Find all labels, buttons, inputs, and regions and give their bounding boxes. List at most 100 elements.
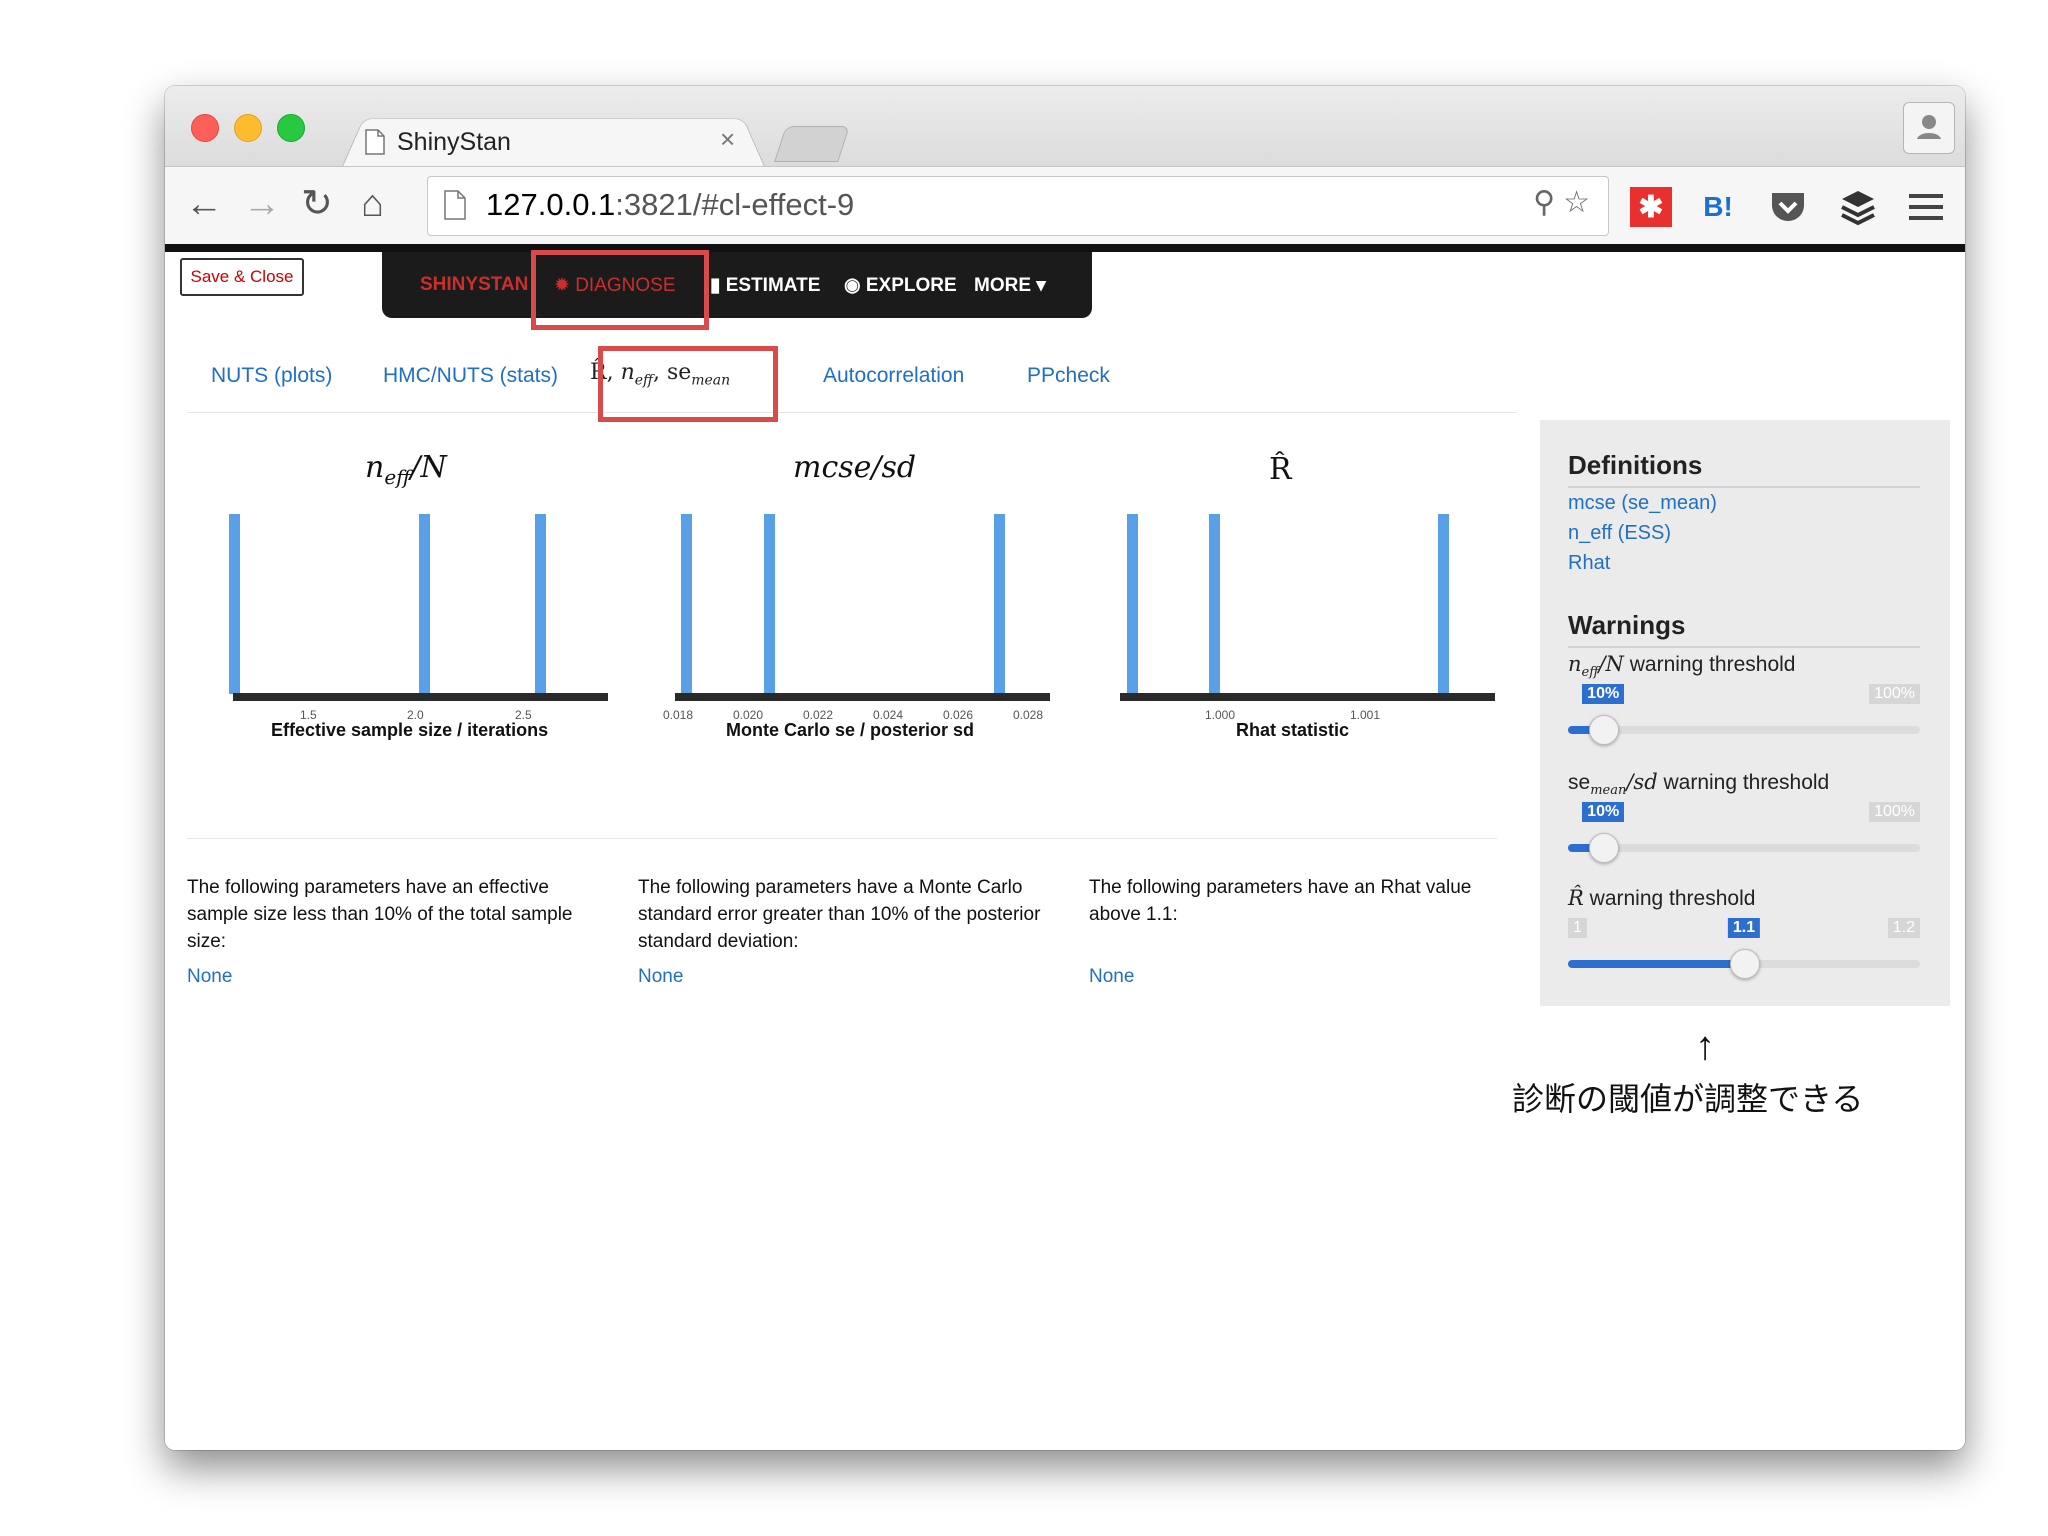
zoom-icon[interactable]: ⚲ bbox=[1533, 186, 1563, 219]
url-path: :3821/#cl-effect-9 bbox=[615, 187, 855, 222]
plot-title-neff: neff/N bbox=[365, 450, 447, 489]
tick-label: 1.000 bbox=[1205, 708, 1236, 722]
toolbar-divider bbox=[165, 244, 1965, 252]
tab-title: ShinyStan bbox=[397, 127, 511, 156]
semean-label-mean: mean bbox=[1590, 783, 1627, 799]
rhat-threshold-label: R̂ warning threshold bbox=[1568, 886, 1755, 911]
rhat-label-r: R̂ bbox=[1568, 886, 1584, 910]
eye-icon: ◉ bbox=[844, 275, 866, 296]
diagnostic-subtabs: NUTS (plots) HMC/NUTS (stats) R̂, neff, … bbox=[187, 352, 1517, 413]
nav-estimate[interactable]: ▮ ESTIMATE bbox=[710, 274, 820, 297]
tick-label: 0.028 bbox=[1013, 708, 1044, 722]
slider-value-badge: 10% bbox=[1582, 802, 1625, 822]
slider-max-label: 100% bbox=[1869, 684, 1920, 704]
subtab-nuts-plots[interactable]: NUTS (plots) bbox=[211, 364, 332, 388]
tick-label: 0.018 bbox=[663, 708, 694, 722]
layers-icon[interactable] bbox=[1835, 187, 1881, 227]
nav-more[interactable]: MORE ▾ bbox=[974, 274, 1046, 297]
back-icon[interactable]: ← bbox=[185, 181, 223, 227]
slider-min-label: 1 bbox=[1568, 918, 1587, 938]
slider-max-label: 100% bbox=[1869, 802, 1920, 822]
pocket-icon[interactable] bbox=[1765, 187, 1811, 227]
profile-button[interactable] bbox=[1903, 102, 1955, 154]
new-tab-button[interactable] bbox=[774, 126, 850, 162]
warnings-heading: Warnings bbox=[1568, 610, 1686, 640]
subtab-autocorrelation[interactable]: Autocorrelation bbox=[823, 364, 964, 388]
asterisk-extension-icon[interactable]: ✱ bbox=[1630, 187, 1672, 227]
definitions-rule bbox=[1568, 486, 1920, 488]
definition-link-neff[interactable]: n_eff (ESS) bbox=[1568, 522, 1671, 545]
semean-threshold-label: semean/sd warning threshold bbox=[1568, 770, 1829, 798]
neff-threshold-label: neff/N warning threshold bbox=[1568, 652, 1796, 680]
slider-handle[interactable] bbox=[1589, 833, 1620, 863]
slider-handle[interactable] bbox=[1589, 715, 1620, 745]
neff-threshold-slider[interactable]: 10% 100% bbox=[1568, 684, 1920, 745]
bar bbox=[229, 514, 240, 694]
bar bbox=[764, 514, 775, 694]
xlabel-rhat: Rhat statistic bbox=[1236, 720, 1350, 740]
caret-down-icon: ▾ bbox=[1031, 275, 1046, 296]
slider-track bbox=[1568, 726, 1920, 734]
semean-label-sd: /sd bbox=[1626, 770, 1658, 794]
hist-mcse bbox=[675, 514, 1050, 701]
rhat-label-tail: warning threshold bbox=[1583, 887, 1756, 910]
nav-explore[interactable]: ◉ EXPLORE bbox=[844, 274, 957, 297]
page-icon bbox=[365, 129, 385, 155]
hatena-bookmark-icon[interactable]: B! bbox=[1695, 187, 1741, 227]
section-divider bbox=[187, 838, 1497, 839]
title-bar: ShinyStan × bbox=[165, 86, 1965, 171]
bar-chart-icon: ▮ bbox=[710, 275, 726, 296]
bar bbox=[419, 514, 430, 694]
definition-link-mcse[interactable]: mcse (se_mean) bbox=[1568, 492, 1717, 515]
diagnostic-histograms bbox=[229, 514, 1495, 701]
neff-label-n: n bbox=[1568, 652, 1582, 676]
close-window-button[interactable] bbox=[191, 114, 219, 142]
subtab-ppcheck[interactable]: PPcheck bbox=[1027, 364, 1110, 388]
app-content: Save & Close SHINYSTAN ✹ DIAGNOSE ▮ ESTI… bbox=[165, 250, 1965, 1450]
reload-icon[interactable]: ↻ bbox=[301, 181, 333, 227]
semean-label-tail: warning threshold bbox=[1657, 771, 1830, 794]
minimize-window-button[interactable] bbox=[234, 114, 262, 142]
plot-title-neff-sub: eff bbox=[384, 465, 411, 489]
forward-icon[interactable]: → bbox=[243, 181, 281, 227]
diagnostics-sidebar: Definitions mcse (se_mean) n_eff (ESS) R… bbox=[1540, 420, 1950, 1006]
app-navbar: SHINYSTAN ✹ DIAGNOSE ▮ ESTIMATE ◉ EXPLOR… bbox=[382, 252, 1092, 318]
bar bbox=[1127, 514, 1138, 694]
save-close-button[interactable]: Save & Close bbox=[180, 258, 304, 296]
plot-title-rhat: R̂ bbox=[1269, 452, 1292, 487]
user-icon bbox=[1917, 115, 1941, 139]
brand-link[interactable]: SHINYSTAN bbox=[420, 274, 528, 296]
zoom-window-button[interactable] bbox=[277, 114, 305, 142]
home-icon[interactable]: ⌂ bbox=[361, 181, 384, 227]
axis-line bbox=[1120, 693, 1495, 701]
plot-title-mcse: mcse/sd bbox=[793, 450, 917, 485]
slider-max-label: 1.2 bbox=[1887, 918, 1920, 938]
definitions-heading: Definitions bbox=[1568, 450, 1703, 480]
bar bbox=[1438, 514, 1449, 694]
bar bbox=[535, 514, 546, 694]
rhat-threshold-slider[interactable]: 1 1.1 1.2 bbox=[1568, 918, 1920, 979]
annotation-arrow: ↑ bbox=[1695, 1024, 1715, 1068]
semean-threshold-slider[interactable]: 10% 100% bbox=[1568, 802, 1920, 863]
neff-none-value: None bbox=[187, 966, 233, 987]
bookmark-star-icon[interactable]: ☆ bbox=[1563, 186, 1598, 219]
definition-link-rhat[interactable]: Rhat bbox=[1568, 552, 1610, 575]
slider-handle[interactable] bbox=[1730, 949, 1760, 979]
nav-estimate-label: ESTIMATE bbox=[725, 275, 821, 296]
rhat-none-value: None bbox=[1089, 966, 1135, 987]
diagnose-highlight-box bbox=[531, 250, 709, 330]
tab-close-icon[interactable]: × bbox=[720, 124, 735, 155]
menu-icon[interactable] bbox=[1905, 187, 1947, 227]
neff-label-n-div: /N bbox=[1598, 652, 1624, 676]
bar bbox=[994, 514, 1005, 694]
browser-tab-content: ShinyStan bbox=[365, 122, 511, 162]
mcse-none-value: None bbox=[638, 966, 684, 987]
address-bar[interactable]: 127.0.0.1:3821/#cl-effect-9 ⚲☆ bbox=[427, 176, 1609, 236]
slider-fill bbox=[1568, 960, 1744, 968]
xlabel-neff: Effective sample size / iterations bbox=[271, 720, 549, 740]
browser-toolbar: ← → ↻ ⌂ 127.0.0.1:3821/#cl-effect-9 ⚲☆ ✱… bbox=[165, 166, 1965, 245]
subtab-hmc-nuts-stats[interactable]: HMC/NUTS (stats) bbox=[383, 364, 558, 388]
neff-label-tail: warning threshold bbox=[1623, 653, 1796, 676]
slider-value-badge: 10% bbox=[1582, 684, 1625, 704]
omnibox-icons: ⚲☆ bbox=[1533, 185, 1598, 220]
